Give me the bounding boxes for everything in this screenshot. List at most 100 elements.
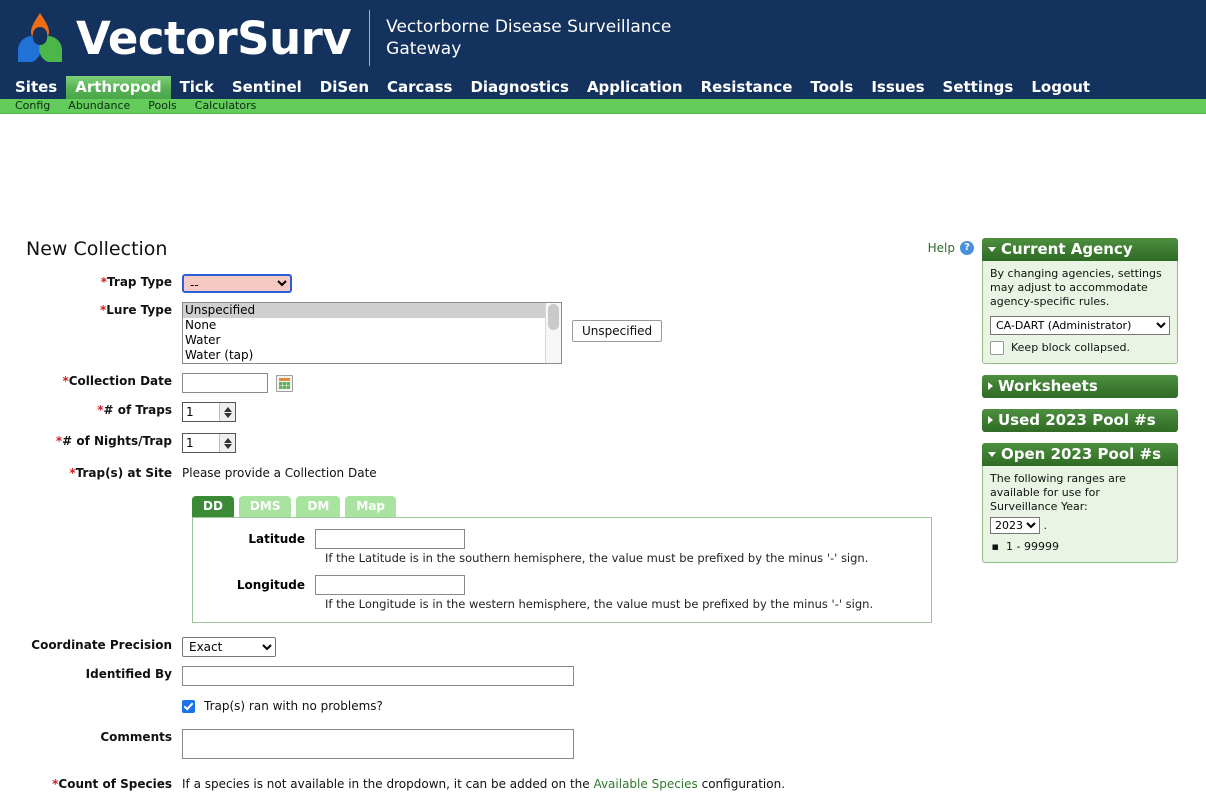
trap-type-select[interactable]: -- bbox=[182, 274, 292, 293]
used-pools-title: Used 2023 Pool #s bbox=[998, 411, 1156, 429]
subnav-item-config[interactable]: Config bbox=[6, 99, 59, 113]
open-pools-body: The following ranges are available for u… bbox=[982, 466, 1178, 563]
latitude-label: Latitude bbox=[248, 532, 305, 546]
nights-per-trap-stepper[interactable]: 1 bbox=[182, 433, 236, 453]
coordinate-tab-dd[interactable]: DD bbox=[192, 496, 234, 517]
calendar-icon[interactable] bbox=[276, 374, 293, 392]
open-pool-ranges: 1 - 99999 bbox=[990, 540, 1170, 554]
field-row-nights-per-trap: *# of Nights/Trap 1 bbox=[0, 433, 960, 453]
sidebar-block-open-pools: Open 2023 Pool #s The following ranges a… bbox=[982, 443, 1178, 563]
traps-ok-checkbox[interactable] bbox=[182, 700, 195, 713]
num-traps-stepper-buttons[interactable] bbox=[219, 403, 235, 421]
lure-type-listbox[interactable]: Unspecified None Water Water (tap) bbox=[182, 302, 562, 364]
lure-type-scrollbar[interactable] bbox=[545, 303, 561, 363]
main-navigation: Sites Arthropod Tick Sentinel DiSen Carcass Di… bbox=[0, 76, 1206, 99]
agency-select[interactable]: CA-DART (Administrator) bbox=[990, 316, 1170, 335]
subnav-item-abundance[interactable]: Abundance bbox=[59, 99, 139, 113]
count-of-species-text-before: If a species is not available in the dro… bbox=[182, 777, 594, 791]
open-pools-header[interactable]: Open 2023 Pool #s bbox=[982, 443, 1178, 466]
nav-item-sentinel[interactable]: Sentinel bbox=[223, 76, 311, 99]
field-row-count-of-species: *Count of Species If a species is not av… bbox=[0, 776, 960, 793]
coordinate-tab-dm[interactable]: DM bbox=[296, 496, 341, 517]
nav-item-carcass[interactable]: Carcass bbox=[378, 76, 461, 99]
field-row-lure-type: *Lure Type Unspecified None Water Water (ta… bbox=[0, 302, 960, 364]
nav-item-diagnostics[interactable]: Diagnostics bbox=[461, 76, 578, 99]
brand-name: VectorSurv bbox=[76, 11, 352, 65]
page-content: New Collection Help ? *Trap Type -- *Lur… bbox=[0, 114, 1206, 791]
coordinate-tab-map[interactable]: Map bbox=[345, 496, 397, 517]
nav-item-tick[interactable]: Tick bbox=[171, 76, 223, 99]
chevron-right-icon bbox=[988, 416, 993, 424]
lure-type-label: *Lure Type bbox=[99, 303, 172, 317]
nights-per-trap-stepper-buttons[interactable] bbox=[219, 434, 235, 452]
chevron-down-icon bbox=[988, 451, 996, 457]
used-pools-header[interactable]: Used 2023 Pool #s bbox=[982, 409, 1178, 432]
field-row-identified-by: Identified By bbox=[0, 666, 960, 686]
num-traps-value[interactable]: 1 bbox=[183, 403, 219, 421]
collection-date-input[interactable] bbox=[182, 373, 268, 393]
nav-item-issues[interactable]: Issues bbox=[862, 76, 933, 99]
field-row-comments: Comments bbox=[0, 729, 960, 762]
nav-item-logout[interactable]: Logout bbox=[1022, 76, 1099, 99]
available-species-link[interactable]: Available Species bbox=[593, 777, 697, 791]
field-row-num-traps: *# of Traps 1 bbox=[0, 402, 960, 422]
trap-type-label: *Trap Type bbox=[100, 275, 172, 289]
stepper-down-icon[interactable] bbox=[223, 443, 232, 449]
latitude-input[interactable] bbox=[315, 529, 465, 549]
lure-unspecified-button[interactable]: Unspecified bbox=[572, 320, 663, 342]
chevron-down-icon bbox=[988, 246, 996, 252]
nights-per-trap-label: *# of Nights/Trap bbox=[55, 434, 172, 448]
nav-item-application[interactable]: Application bbox=[578, 76, 692, 99]
sidebar-block-used-pools: Used 2023 Pool #s bbox=[982, 409, 1178, 432]
brand-divider bbox=[369, 10, 371, 66]
lure-option[interactable]: Unspecified bbox=[183, 303, 561, 318]
worksheets-header[interactable]: Worksheets bbox=[982, 375, 1178, 398]
right-sidebar: Current Agency By changing agencies, set… bbox=[982, 238, 1178, 574]
scrollbar-thumb[interactable] bbox=[548, 304, 559, 330]
nav-item-sites[interactable]: Sites bbox=[6, 76, 66, 99]
nav-item-settings[interactable]: Settings bbox=[934, 76, 1023, 99]
comments-label: Comments bbox=[100, 730, 172, 744]
traps-at-site-label: *Trap(s) at Site bbox=[69, 466, 172, 480]
coordinate-precision-select[interactable]: Exact bbox=[182, 637, 276, 657]
keep-collapsed-checkbox[interactable] bbox=[990, 341, 1004, 355]
current-agency-header[interactable]: Current Agency bbox=[982, 238, 1178, 261]
num-traps-stepper[interactable]: 1 bbox=[182, 402, 236, 422]
collection-date-label: *Collection Date bbox=[62, 374, 172, 388]
count-of-species-label: *Count of Species bbox=[52, 777, 172, 791]
latitude-hint: If the Latitude is in the southern hemis… bbox=[325, 551, 869, 565]
worksheets-title: Worksheets bbox=[998, 377, 1098, 395]
brand-tagline: Vectorborne Disease Surveillance Gateway bbox=[386, 17, 672, 59]
coordinate-panel: Latitude If the Latitude is in the south… bbox=[192, 517, 932, 623]
trefoil-logo-icon bbox=[12, 10, 68, 66]
keep-collapsed-row: Keep block collapsed. bbox=[990, 341, 1170, 355]
longitude-input[interactable] bbox=[315, 575, 465, 595]
stepper-up-icon[interactable] bbox=[223, 437, 232, 443]
page-title: New Collection bbox=[26, 238, 168, 260]
nav-item-tools[interactable]: Tools bbox=[801, 76, 862, 99]
nights-per-trap-value[interactable]: 1 bbox=[183, 434, 219, 452]
subnav-item-pools[interactable]: Pools bbox=[139, 99, 186, 113]
lure-option[interactable]: Water (tap) bbox=[183, 348, 561, 363]
lure-option[interactable]: None bbox=[183, 318, 561, 333]
subnav-item-calculators[interactable]: Calculators bbox=[186, 99, 266, 113]
field-row-coordinate-precision: Coordinate Precision Exact bbox=[0, 637, 960, 657]
surveillance-year-select[interactable]: 2023 bbox=[990, 517, 1040, 534]
stepper-up-icon[interactable] bbox=[223, 406, 232, 412]
nav-item-arthropod[interactable]: Arthropod bbox=[66, 76, 171, 99]
lure-type-options[interactable]: Unspecified None Water Water (tap) bbox=[183, 303, 561, 363]
stepper-down-icon[interactable] bbox=[223, 412, 232, 418]
sidebar-block-current-agency: Current Agency By changing agencies, set… bbox=[982, 238, 1178, 364]
nav-item-disen[interactable]: DiSen bbox=[311, 76, 378, 99]
help-link[interactable]: Help ? bbox=[928, 241, 974, 255]
comments-textarea[interactable] bbox=[182, 729, 574, 759]
coordinate-tab-dms[interactable]: DMS bbox=[238, 496, 292, 517]
nav-item-resistance[interactable]: Resistance bbox=[692, 76, 802, 99]
identified-by-input[interactable] bbox=[182, 666, 574, 686]
open-pools-title: Open 2023 Pool #s bbox=[1001, 445, 1161, 463]
field-row-traps-ok: Trap(s) ran with no problems? bbox=[0, 698, 960, 715]
longitude-row: Longitude bbox=[193, 575, 931, 595]
field-row-collection-date: *Collection Date bbox=[0, 373, 960, 393]
traps-at-site-message: Please provide a Collection Date bbox=[182, 466, 377, 480]
lure-option[interactable]: Water bbox=[183, 333, 561, 348]
